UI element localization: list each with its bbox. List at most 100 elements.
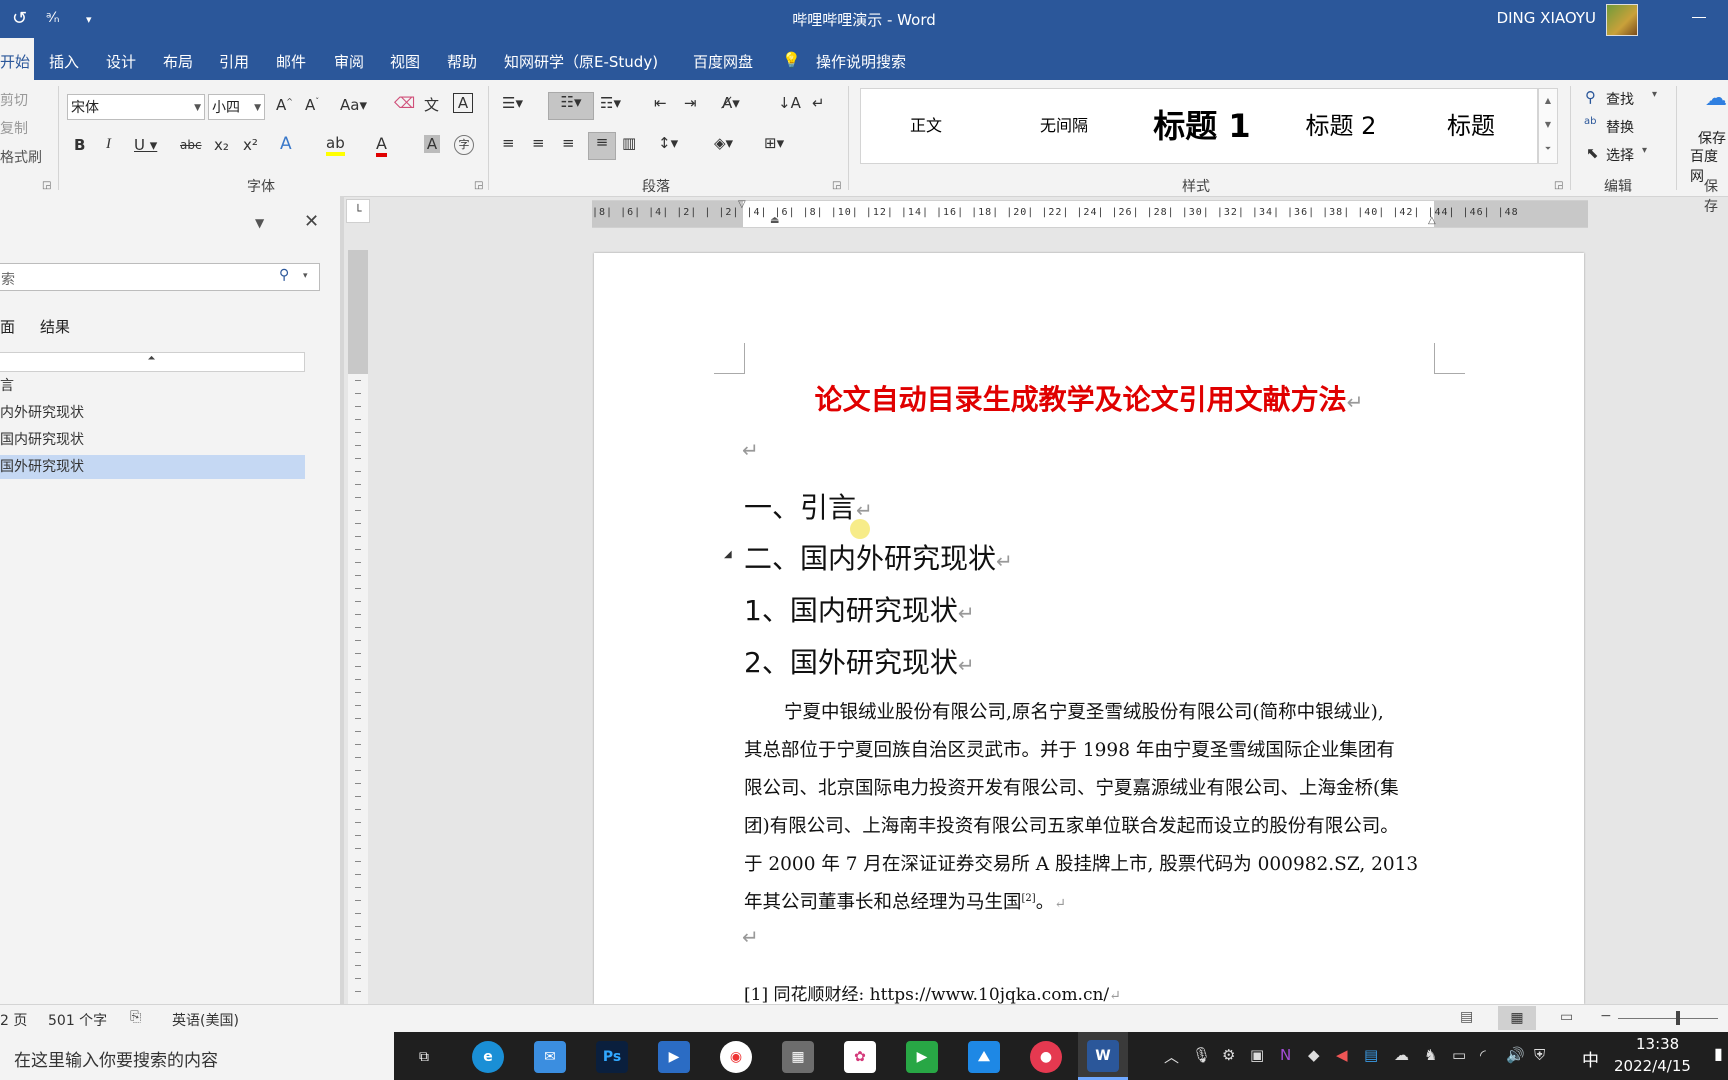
- wifi-icon[interactable]: ◜: [1480, 1046, 1486, 1064]
- body-text-line[interactable]: 团)有限公司、上海南丰投资有限公司五家单位联合发起而设立的股份有限公司。: [744, 812, 1444, 838]
- nav-search-input[interactable]: 索 ⚲ ▾: [0, 263, 320, 291]
- notification-icon[interactable]: ▮: [1714, 1044, 1723, 1063]
- chevron-down-icon[interactable]: ▾: [1652, 89, 1657, 100]
- onedrive-icon[interactable]: ☁: [1394, 1046, 1409, 1064]
- justify-icon[interactable]: ≡: [588, 132, 616, 160]
- tray-app-icon[interactable]: ▤: [1364, 1046, 1378, 1064]
- align-right-icon[interactable]: ≡: [562, 134, 575, 152]
- close-icon[interactable]: ✕: [304, 211, 319, 232]
- tell-me-search[interactable]: 操作说明搜索: [816, 51, 906, 72]
- nav-tab-results[interactable]: 结果: [40, 316, 70, 337]
- find-button[interactable]: 查找: [1606, 89, 1634, 109]
- first-line-indent-marker-icon[interactable]: ▽: [738, 199, 746, 210]
- collapse-heading-icon[interactable]: ◢: [724, 549, 732, 560]
- tab-mailings[interactable]: 邮件: [276, 51, 306, 72]
- footnote-text[interactable]: [1] 同花顺财经: https://www.10jqka.com.cn/↵: [744, 980, 1444, 1005]
- search-icon[interactable]: ⚲: [279, 267, 289, 283]
- tray-app-icon[interactable]: ◆: [1308, 1046, 1320, 1064]
- grow-font-icon[interactable]: A^: [276, 96, 293, 114]
- task-view-icon[interactable]: ⧉: [408, 1041, 440, 1073]
- tab-review[interactable]: 审阅: [334, 51, 364, 72]
- increase-indent-icon[interactable]: ⇥: [684, 94, 697, 112]
- superscript-icon[interactable]: x²: [243, 136, 258, 154]
- photoshop-icon[interactable]: Ps: [596, 1041, 628, 1073]
- change-case-icon[interactable]: Aa▾: [340, 96, 367, 114]
- font-name-combo[interactable]: 宋体 ▼: [67, 94, 205, 120]
- zoom-out-icon[interactable]: −: [1600, 1008, 1612, 1024]
- word-count[interactable]: 501 个字: [48, 1010, 107, 1030]
- show-hidden-icons-icon[interactable]: ︿: [1164, 1046, 1179, 1067]
- borders-icon[interactable]: ⊞▾: [764, 134, 784, 152]
- heading-1-research-status[interactable]: 二、国内外研究现状↵: [744, 537, 1013, 577]
- language-indicator[interactable]: 英语(美国): [172, 1010, 239, 1030]
- style-heading-1[interactable]: 标题 1: [1137, 89, 1267, 163]
- distributed-icon[interactable]: ▥: [622, 134, 636, 152]
- tab-baidu-netdisk[interactable]: 百度网盘: [693, 51, 753, 72]
- chinese-layout-icon[interactable]: A̸▾: [722, 94, 740, 112]
- font-color-icon[interactable]: A: [376, 134, 387, 157]
- decrease-indent-icon[interactable]: ⇤: [654, 94, 667, 112]
- nav-heading-item-selected[interactable]: 国外研究现状: [0, 455, 305, 479]
- speaker-red-icon[interactable]: ◀: [1336, 1046, 1348, 1064]
- format-painter-button[interactable]: 格式刷: [0, 147, 42, 167]
- word-taskbar-button[interactable]: W: [1078, 1032, 1128, 1080]
- heading-2-domestic[interactable]: 1、国内研究现状↵: [744, 589, 975, 629]
- tab-home[interactable]: 开始: [0, 38, 34, 80]
- text-effects-icon[interactable]: A: [280, 134, 292, 154]
- shrink-font-icon[interactable]: Aˇ: [305, 96, 319, 114]
- clear-formatting-icon[interactable]: ⌫: [394, 94, 415, 112]
- line-spacing-icon[interactable]: ↕▾: [658, 134, 678, 152]
- numbering-icon[interactable]: ☷▾: [548, 92, 594, 120]
- sort-icon[interactable]: ↓A: [778, 94, 801, 112]
- collapse-all-icon[interactable]: ⏶: [0, 352, 305, 372]
- select-button[interactable]: 选择: [1606, 145, 1634, 165]
- copy-button[interactable]: 复制: [0, 118, 28, 138]
- print-layout-icon[interactable]: ▦: [1498, 1006, 1536, 1030]
- clock-date[interactable]: 2022/4/15: [1614, 1057, 1691, 1075]
- footnote-reference[interactable]: [2]: [1022, 893, 1036, 904]
- minimize-icon[interactable]: [1692, 17, 1706, 18]
- zoom-slider[interactable]: [1618, 1018, 1718, 1019]
- microphone-icon[interactable]: 🎙: [1192, 1046, 1211, 1064]
- tab-design[interactable]: 设计: [106, 51, 136, 72]
- tab-estudy[interactable]: 知网研学（原E-Study): [504, 51, 658, 72]
- shading-icon[interactable]: ◈▾: [714, 134, 733, 152]
- left-indent-marker-icon[interactable]: ⏏: [770, 215, 779, 226]
- cut-button[interactable]: 剪切: [0, 90, 28, 110]
- tab-layout[interactable]: 布局: [163, 51, 193, 72]
- body-text-line[interactable]: 于 2000 年 7 月在深证证券交易所 A 股挂牌上市, 股票代码为 0009…: [744, 850, 1444, 876]
- style-heading-2[interactable]: 标题 2: [1281, 89, 1401, 163]
- user-name[interactable]: DING XIAOYU: [1497, 9, 1596, 27]
- document-title-heading[interactable]: 论文自动目录生成教学及论文引用文献方法↵: [594, 378, 1584, 418]
- heading-2-foreign[interactable]: 2、国外研究现状↵: [744, 641, 975, 681]
- clipboard-launcher-icon[interactable]: ◲: [42, 180, 51, 191]
- body-text-last-line[interactable]: 年其公司董事长和总经理为马生国[2]。↵: [744, 888, 1444, 914]
- tab-insert[interactable]: 插入: [49, 51, 79, 72]
- edge-browser-icon[interactable]: e: [472, 1041, 504, 1073]
- strikethrough-icon[interactable]: abc: [180, 138, 202, 152]
- enclose-characters-icon[interactable]: 字: [454, 135, 474, 155]
- font-size-combo[interactable]: 小四 ▼: [208, 94, 265, 120]
- video-editor-icon[interactable]: ▶: [658, 1041, 690, 1073]
- chevron-down-icon[interactable]: ▾: [303, 271, 308, 281]
- baidu-cloud-icon[interactable]: ☁: [1705, 86, 1727, 111]
- chevron-up-icon[interactable]: ▲: [1539, 89, 1557, 113]
- onenote-tray-icon[interactable]: ▣: [1250, 1046, 1264, 1064]
- phonetic-guide-icon[interactable]: 文: [424, 94, 439, 115]
- bullets-icon[interactable]: ☰▾: [502, 94, 523, 112]
- proofing-icon[interactable]: ⎘: [130, 1009, 141, 1025]
- tab-references[interactable]: 引用: [219, 51, 249, 72]
- security-shield-icon[interactable]: ⛨: [1534, 1046, 1545, 1064]
- right-indent-marker-icon[interactable]: △: [1428, 215, 1436, 226]
- chevron-down-icon[interactable]: ▾: [1642, 145, 1647, 156]
- tab-view[interactable]: 视图: [390, 51, 420, 72]
- horizontal-ruler[interactable]: |8| |6| |4| |2| | |2| |4| |6| |8| |10| |…: [592, 199, 1588, 228]
- align-center-icon[interactable]: ≡: [532, 134, 545, 152]
- style-no-spacing[interactable]: 无间隔: [1009, 89, 1119, 163]
- nav-heading-item[interactable]: 国内研究现状: [0, 428, 305, 452]
- character-border-icon[interactable]: A: [453, 93, 473, 113]
- tab-stop-selector[interactable]: └: [346, 199, 370, 223]
- more-styles-icon[interactable]: ⏷: [1539, 137, 1557, 161]
- nav-tab-pages[interactable]: 面: [0, 316, 15, 337]
- highlight-icon[interactable]: ab: [326, 134, 345, 156]
